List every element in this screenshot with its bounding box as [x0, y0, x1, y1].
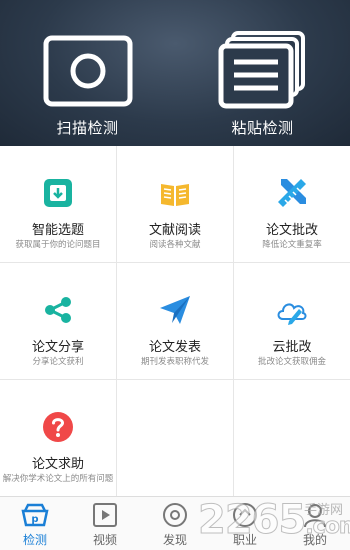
stacked-documents-icon — [218, 31, 305, 109]
grid-item-paper-share[interactable]: 论文分享 分享论文获利 — [0, 263, 117, 380]
tab-label: 发现 — [162, 533, 187, 547]
grid-item-title: 论文批改 — [265, 222, 318, 237]
grid-item-subtitle: 降低论文重复率 — [262, 239, 322, 249]
grid-item-paper-correction[interactable]: 论文批改 降低论文重复率 — [234, 146, 350, 263]
grid-item-subtitle: 分享论文获利 — [32, 356, 84, 366]
grid-item-empty — [117, 380, 234, 497]
tab-mine[interactable]: 我的 — [280, 497, 350, 550]
scan-detect-button[interactable]: 扫描检测 — [0, 0, 175, 146]
grid-item-paper-publish[interactable]: 论文发表 期刊发表职称代发 — [117, 263, 234, 380]
feature-grid: 智能选题 获取属于你的论问题目 文献阅读 阅读各种文献 论文批改 降低论文重复率… — [0, 146, 350, 497]
grid-item-title: 云批改 — [272, 339, 312, 354]
grid-item-title: 论文求助 — [31, 456, 84, 471]
grid-item-subtitle: 解决你学术论文上的所有问题 — [2, 473, 114, 483]
grid-item-title: 论文分享 — [31, 339, 84, 354]
video-play-icon — [93, 503, 117, 527]
grid-item-literature[interactable]: 文献阅读 阅读各种文献 — [117, 146, 234, 263]
grid-item-title: 论文发表 — [148, 339, 201, 354]
tab-label: 视频 — [92, 533, 117, 547]
tab-discover[interactable]: 发现 — [140, 497, 210, 550]
grid-item-paper-help[interactable]: 论文求助 解决你学术论文上的所有问题 — [0, 380, 117, 497]
tab-label: 我的 — [302, 533, 327, 547]
user-icon — [304, 504, 326, 528]
grid-item-cloud-correction[interactable]: 云批改 批改论文获取佣金 — [234, 263, 350, 380]
paste-detect-button[interactable]: 粘贴检测 — [175, 0, 350, 146]
header-banner: 扫描检测 粘贴检测 — [0, 0, 350, 146]
pencil-ruler-icon — [278, 179, 306, 207]
scan-frame-icon — [43, 35, 133, 107]
career-icon — [233, 503, 257, 527]
grid-item-subtitle: 获取属于你的论问题目 — [15, 239, 101, 249]
bottom-tab-bar: p 检测 视频 发现 职业 我的 — [0, 496, 350, 550]
grid-item-smart-topic[interactable]: 智能选题 获取属于你的论问题目 — [0, 146, 117, 263]
topic-icon — [44, 179, 72, 207]
paper-plane-icon — [160, 296, 190, 324]
grid-item-empty — [234, 380, 350, 497]
grid-item-title: 文献阅读 — [148, 222, 201, 237]
cloud-pen-icon — [277, 303, 307, 325]
help-icon — [43, 412, 73, 442]
tab-label: 检测 — [22, 533, 47, 547]
tab-label: 职业 — [232, 533, 257, 547]
book-icon — [161, 184, 189, 206]
tab-detect[interactable]: p 检测 — [0, 497, 70, 550]
svg-text:p: p — [31, 514, 38, 525]
grid-item-title: 智能选题 — [31, 222, 84, 237]
scan-detect-label: 扫描检测 — [56, 120, 119, 137]
grid-item-subtitle: 期刊发表职称代发 — [140, 356, 209, 366]
discover-disc-icon — [163, 503, 187, 527]
tab-career[interactable]: 职业 — [210, 497, 280, 550]
tab-video[interactable]: 视频 — [70, 497, 140, 550]
detect-tab-icon: p — [21, 503, 49, 527]
grid-item-subtitle: 批改论文获取佣金 — [257, 356, 326, 366]
grid-item-subtitle: 阅读各种文献 — [149, 239, 201, 249]
share-icon — [45, 297, 71, 323]
paste-detect-label: 粘贴检测 — [231, 120, 294, 137]
